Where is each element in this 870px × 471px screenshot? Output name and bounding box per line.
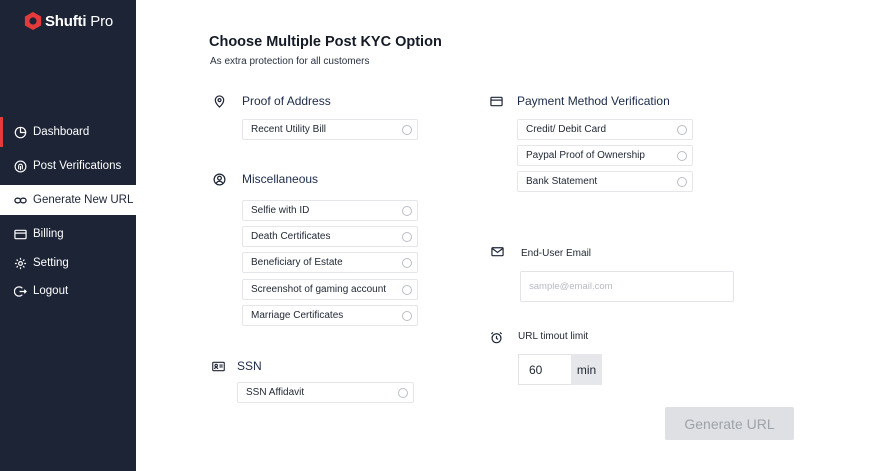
envelope-icon xyxy=(490,244,504,258)
sidebar-item-logout[interactable]: Logout xyxy=(0,276,136,306)
radio-button[interactable] xyxy=(402,206,412,216)
option-marriage-certificates[interactable]: Marriage Certificates xyxy=(242,305,418,326)
fingerprint-icon xyxy=(13,159,27,173)
location-pin-icon xyxy=(212,94,226,108)
option-label: SSN Affidavit xyxy=(246,387,305,398)
radio-button[interactable] xyxy=(402,125,412,135)
shufti-logo-icon xyxy=(24,12,42,30)
radio-button[interactable] xyxy=(402,232,412,242)
option-beneficiary-of-estate[interactable]: Beneficiary of Estate xyxy=(242,252,418,273)
option-label: Selfie with ID xyxy=(251,205,310,216)
email-label: End-User Email xyxy=(521,248,592,259)
radio-button[interactable] xyxy=(402,311,412,321)
option-label: Screenshot of gaming account xyxy=(251,284,387,295)
radio-button[interactable] xyxy=(677,125,687,135)
generate-url-button[interactable]: Generate URL xyxy=(665,407,794,440)
section-heading-miscellaneous: Miscellaneous xyxy=(242,172,319,186)
page-title: Choose Multiple Post KYC Option xyxy=(209,34,442,50)
option-label: Bank Statement xyxy=(526,176,598,187)
id-card-icon xyxy=(211,359,225,373)
sidebar-item-label: Logout xyxy=(33,285,69,297)
option-label: Recent Utility Bill xyxy=(251,124,327,135)
pie-chart-icon xyxy=(13,125,27,139)
timeout-input[interactable] xyxy=(518,354,571,385)
user-circle-icon xyxy=(212,172,226,186)
sidebar-item-label: Post Verifications xyxy=(33,160,122,172)
option-label: Credit/ Debit Card xyxy=(526,124,607,135)
option-recent-utility-bill[interactable]: Recent Utility Bill xyxy=(242,119,418,140)
logout-icon xyxy=(13,284,27,298)
brand-name: Shufti Pro xyxy=(45,12,114,30)
sidebar-item-dashboard[interactable]: Dashboard xyxy=(0,117,136,147)
option-ssn-affidavit[interactable]: SSN Affidavit xyxy=(237,382,414,403)
sidebar-item-generate-new-url[interactable]: Generate New URL xyxy=(0,185,136,215)
section-heading-proof-of-address: Proof of Address xyxy=(242,94,331,108)
credit-card-icon xyxy=(13,227,27,241)
email-field[interactable] xyxy=(520,271,734,302)
radio-button[interactable] xyxy=(677,177,687,187)
link-icon xyxy=(13,193,27,207)
timeout-unit: min xyxy=(571,354,602,385)
radio-button[interactable] xyxy=(398,388,408,398)
option-label: Death Certificates xyxy=(251,231,331,242)
sidebar: Shufti Pro Dashboard Post Verifications … xyxy=(0,0,136,471)
sidebar-item-post-verifications[interactable]: Post Verifications xyxy=(0,151,136,181)
radio-button[interactable] xyxy=(402,258,412,268)
sidebar-item-label: Billing xyxy=(33,228,64,240)
option-credit-debit-card[interactable]: Credit/ Debit Card xyxy=(517,119,693,140)
option-paypal-proof-of-ownership[interactable]: Paypal Proof of Ownership xyxy=(517,145,693,166)
section-heading-ssn: SSN xyxy=(237,359,262,373)
option-screenshot-of-gaming-account[interactable]: Screenshot of gaming account xyxy=(242,279,418,300)
sidebar-item-label: Dashboard xyxy=(33,126,90,138)
alarm-clock-icon xyxy=(489,330,503,344)
timeout-label: URL timout limit xyxy=(518,331,589,342)
brand-logo[interactable]: Shufti Pro xyxy=(24,11,113,31)
gear-icon xyxy=(13,256,27,270)
sidebar-item-billing[interactable]: Billing xyxy=(0,219,136,249)
option-selfie-with-id[interactable]: Selfie with ID xyxy=(242,200,418,221)
page-subtitle: As extra protection for all customers xyxy=(210,56,370,67)
option-death-certificates[interactable]: Death Certificates xyxy=(242,226,418,247)
sidebar-item-label: Generate New URL xyxy=(33,194,134,206)
section-heading-payment-method-verification: Payment Method Verification xyxy=(517,94,670,108)
sidebar-item-setting[interactable]: Setting xyxy=(0,248,136,278)
option-bank-statement[interactable]: Bank Statement xyxy=(517,171,693,192)
option-label: Paypal Proof of Ownership xyxy=(526,150,645,161)
credit-card-icon xyxy=(489,94,503,108)
radio-button[interactable] xyxy=(677,151,687,161)
radio-button[interactable] xyxy=(402,285,412,295)
option-label: Marriage Certificates xyxy=(251,310,344,321)
sidebar-item-label: Setting xyxy=(33,257,69,269)
option-label: Beneficiary of Estate xyxy=(251,257,343,268)
